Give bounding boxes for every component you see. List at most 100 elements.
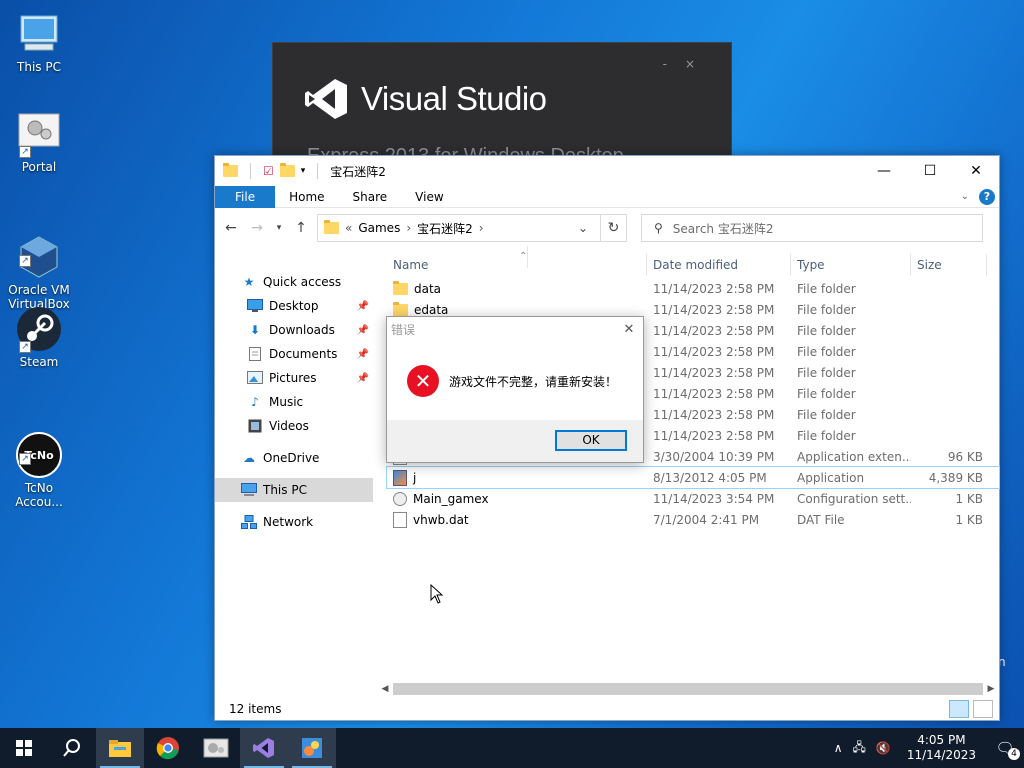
application-icon [393, 469, 407, 486]
minimize-button[interactable]: — [861, 156, 907, 186]
dialog-title: 错误 [391, 322, 416, 337]
expand-ribbon-icon[interactable]: ⌄ [961, 191, 969, 202]
taskbar-game-app[interactable] [288, 728, 336, 768]
desktop-icon-steam[interactable]: ↗ Steam [6, 305, 72, 369]
help-icon[interactable]: ? [979, 188, 995, 205]
nav-pictures[interactable]: Pictures 📌 [215, 366, 373, 390]
up-button[interactable]: ↑ [291, 220, 311, 236]
file-name: edata [414, 302, 449, 317]
taskbar-file-explorer[interactable] [96, 728, 144, 768]
action-center-button[interactable]: 🗨 4 [992, 736, 1020, 760]
file-date: 11/14/2023 2:58 PM [653, 302, 775, 317]
scroll-right-icon[interactable]: ▶ [983, 684, 999, 694]
properties-icon[interactable]: ☑ [263, 164, 274, 178]
tab-file[interactable]: File [215, 185, 276, 208]
pin-icon[interactable]: 📌 [357, 373, 369, 384]
start-button[interactable] [0, 728, 48, 768]
pin-icon[interactable]: 📌 [357, 349, 369, 360]
large-icons-view-icon[interactable] [973, 700, 993, 718]
visual-studio-logo-icon [305, 79, 347, 119]
clock[interactable]: 4:05 PM 11/14/2023 [901, 733, 982, 763]
file-explorer-icon [109, 740, 131, 757]
window-title: 宝石迷阵2 [330, 164, 386, 179]
column-date-modified[interactable]: Date modified [647, 254, 791, 276]
navigation-pane: ★ Quick access Desktop 📌 ⬇ Downloads 📌 D… [215, 270, 373, 690]
address-bar[interactable]: « Games › 宝石迷阵2 › ⌄ ↻ [317, 214, 627, 242]
nav-videos[interactable]: Videos [215, 414, 373, 438]
pin-icon[interactable]: 📌 [357, 325, 369, 336]
chevron-right-icon: › [478, 221, 484, 235]
volume-muted-icon[interactable]: 🔇 [876, 741, 891, 755]
nav-desktop[interactable]: Desktop 📌 [215, 294, 373, 318]
address-dropdown-icon[interactable]: ⌄ [572, 221, 594, 235]
breadcrumb-games[interactable]: Games [358, 221, 400, 235]
file-size: 1 KB [955, 512, 983, 527]
taskbar-visual-studio[interactable] [240, 728, 288, 768]
column-type[interactable]: Type [791, 254, 911, 276]
search-button[interactable] [48, 728, 96, 768]
file-row[interactable]: data 11/14/2023 2:58 PM File folder [387, 278, 999, 299]
file-type: Configuration sett... [797, 491, 911, 506]
refresh-button[interactable]: ↻ [600, 215, 626, 241]
back-button[interactable]: ← [221, 220, 241, 236]
nav-label: OneDrive [263, 451, 320, 465]
network-icon [241, 515, 257, 529]
splash-window-controls[interactable]: -× [663, 57, 713, 71]
file-name: vhwb.dat [413, 512, 469, 527]
scroll-thumb[interactable] [393, 683, 983, 695]
taskbar-chrome[interactable] [144, 728, 192, 768]
address-row: ← → ▾ ↑ « Games › 宝石迷阵2 › ⌄ ↻ ⚲ Search 宝… [215, 208, 999, 248]
file-type: File folder [797, 302, 856, 317]
close-button[interactable]: ✕ [953, 156, 999, 186]
ok-button[interactable]: OK [555, 430, 627, 451]
scroll-left-icon[interactable]: ◀ [377, 684, 393, 694]
tab-home[interactable]: Home [275, 186, 338, 208]
folder-icon [324, 220, 339, 234]
nav-music[interactable]: ♪ Music [215, 390, 373, 414]
error-dialog: 错误 ✕ ✕ 游戏文件不完整，请重新安装！ OK [386, 316, 644, 463]
maximize-button[interactable]: ☐ [907, 156, 953, 186]
forward-button[interactable]: → [247, 220, 267, 236]
show-hidden-icons-icon[interactable]: ∧ [834, 741, 843, 755]
explorer-titlebar[interactable]: ☑ ▾ 宝石迷阵2 — ☐ ✕ [215, 156, 999, 186]
notification-count-badge: 4 [1008, 748, 1020, 760]
steam-icon: ↗ [15, 305, 63, 353]
tab-share[interactable]: Share [339, 186, 402, 208]
new-folder-icon[interactable] [279, 163, 295, 177]
tab-view[interactable]: View [401, 186, 457, 208]
address-prefix: « [345, 221, 353, 235]
nav-quick-access[interactable]: ★ Quick access [215, 270, 373, 294]
shortcut-arrow-icon: ↗ [19, 341, 31, 353]
search-box[interactable]: ⚲ Search 宝石迷阵2 [641, 214, 983, 242]
shortcut-arrow-icon: ↗ [19, 255, 31, 267]
dialog-close-button[interactable]: ✕ [615, 322, 643, 337]
qat-dropdown-icon[interactable]: ▾ [301, 166, 306, 176]
file-row[interactable]: Main_gamex 11/14/2023 3:54 PM Configuratio… [387, 488, 999, 509]
breadcrumb-current[interactable]: 宝石迷阵2 [417, 220, 473, 237]
nav-downloads[interactable]: ⬇ Downloads 📌 [215, 318, 373, 342]
file-date: 7/1/2004 2:41 PM [653, 512, 760, 527]
document-icon [247, 347, 263, 361]
network-status-icon[interactable]: 🖧 [852, 738, 865, 759]
file-row[interactable]: vhwb.dat 7/1/2004 2:41 PM DAT File 1 KB [387, 509, 999, 530]
desktop-icon-tcno[interactable]: TcNo ↗ TcNo Accou... [6, 403, 72, 523]
desktop-icon-portal[interactable]: ↗ Portal [6, 110, 72, 174]
file-type: Application exten... [797, 449, 911, 464]
details-view-icon[interactable] [949, 700, 969, 718]
dialog-titlebar[interactable]: 错误 ✕ [387, 317, 643, 341]
file-row[interactable]: j 8/13/2012 4:05 PM Application 4,389 KB [386, 466, 1000, 489]
recent-locations-icon[interactable]: ▾ [273, 223, 285, 233]
file-date: 11/14/2023 3:54 PM [653, 491, 775, 506]
nav-documents[interactable]: Documents 📌 [215, 342, 373, 366]
pin-icon[interactable]: 📌 [357, 301, 369, 312]
nav-network[interactable]: Network [215, 510, 373, 534]
tcno-icon: TcNo ↗ [15, 417, 63, 478]
desktop-icon-this-pc[interactable]: This PC [6, 10, 72, 74]
nav-onedrive[interactable]: ☁ OneDrive [215, 446, 373, 470]
taskbar-portal[interactable] [192, 728, 240, 768]
column-size[interactable]: Size [911, 254, 987, 276]
file-date: 11/14/2023 2:58 PM [653, 323, 775, 338]
horizontal-scrollbar[interactable]: ◀ ▶ [377, 681, 999, 697]
search-placeholder: Search 宝石迷阵2 [672, 221, 774, 236]
nav-this-pc[interactable]: This PC [215, 478, 373, 502]
